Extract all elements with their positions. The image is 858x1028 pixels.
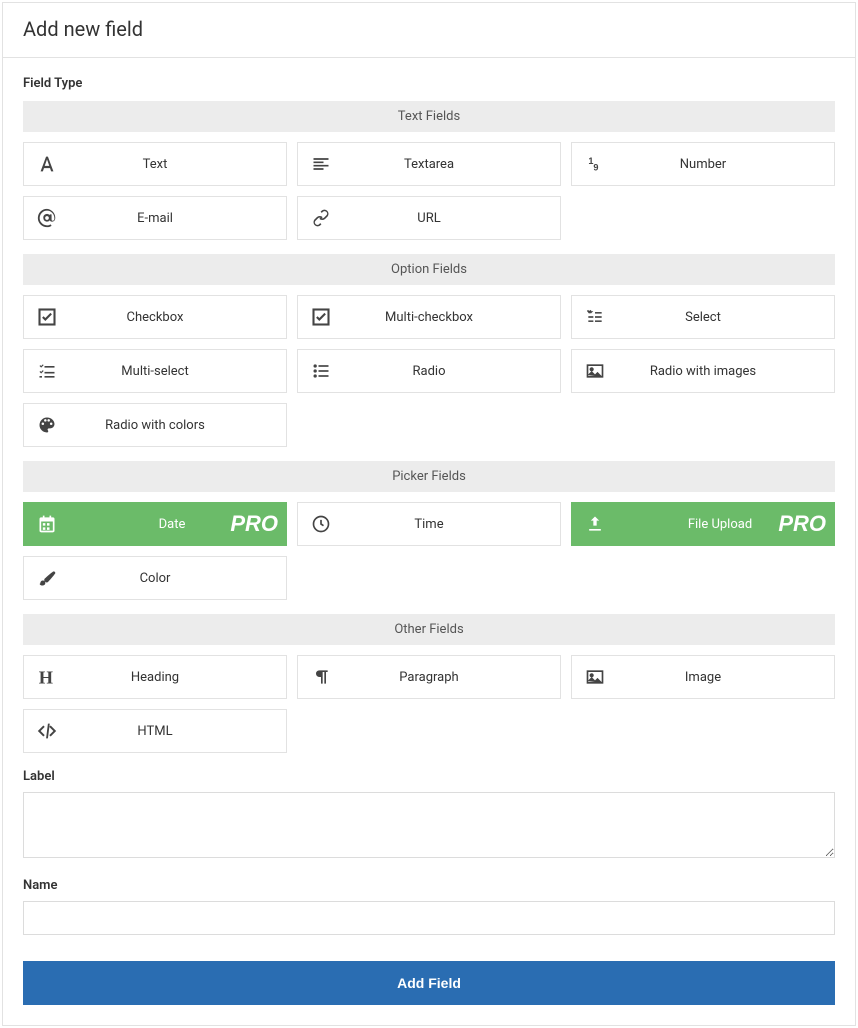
tile-label: HTML	[70, 724, 286, 739]
svg-text:H: H	[39, 667, 53, 687]
tile-label: Multi-checkbox	[344, 310, 560, 325]
link-icon	[298, 208, 344, 228]
tile-url[interactable]: URL	[297, 196, 561, 240]
tile-label: Radio	[344, 364, 560, 379]
tile-text[interactable]: Text	[23, 142, 287, 186]
palette-icon	[24, 415, 70, 435]
multiselect-icon	[24, 361, 70, 381]
tile-fileupload[interactable]: File Upload PRO	[571, 502, 835, 546]
font-icon	[24, 153, 70, 175]
pro-badge: PRO	[778, 511, 826, 537]
name-input[interactable]	[23, 901, 835, 935]
svg-text:9: 9	[593, 163, 598, 173]
tile-radio[interactable]: Radio	[297, 349, 561, 393]
tile-label: Time	[344, 517, 560, 532]
tile-label: Color	[70, 571, 286, 586]
tile-label: Textarea	[344, 157, 560, 172]
tile-textarea[interactable]: Textarea	[297, 142, 561, 186]
heading-icon: H	[24, 666, 70, 688]
tile-number[interactable]: 19 Number	[571, 142, 835, 186]
tile-label: Paragraph	[344, 670, 560, 685]
tile-checkbox[interactable]: Checkbox	[23, 295, 287, 339]
tile-label: Radio with images	[618, 364, 834, 379]
tile-date[interactable]: Date PRO	[23, 502, 287, 546]
group-other-fields: Other Fields	[23, 614, 835, 645]
add-field-button[interactable]: Add Field	[23, 961, 835, 1005]
tile-label: Heading	[70, 670, 286, 685]
tile-paragraph[interactable]: Paragraph	[297, 655, 561, 699]
name-field-label: Name	[23, 878, 835, 893]
list-icon	[298, 361, 344, 381]
tile-multicheckbox[interactable]: Multi-checkbox	[297, 295, 561, 339]
group-picker-fields: Picker Fields	[23, 461, 835, 492]
at-icon	[24, 207, 70, 229]
tile-label: Text	[70, 157, 286, 172]
tile-label: URL	[344, 211, 560, 226]
label-input[interactable]	[23, 792, 835, 858]
tile-label: Checkbox	[70, 310, 286, 325]
tile-label: E-mail	[70, 211, 286, 226]
label-field-label: Label	[23, 769, 835, 784]
tile-label: Radio with colors	[70, 418, 286, 433]
tile-html[interactable]: HTML	[23, 709, 287, 753]
tile-radiocolors[interactable]: Radio with colors	[23, 403, 287, 447]
tile-image[interactable]: Image	[571, 655, 835, 699]
panel-title: Add new field	[3, 3, 855, 58]
group-text-fields: Text Fields	[23, 101, 835, 132]
tile-heading[interactable]: H Heading	[23, 655, 287, 699]
brush-icon	[24, 568, 70, 588]
paragraph-icon	[298, 667, 344, 687]
align-left-icon	[298, 154, 344, 174]
tile-label: Select	[618, 310, 834, 325]
image-icon	[572, 667, 618, 687]
field-type-label: Field Type	[23, 76, 835, 91]
tile-radioimages[interactable]: Radio with images	[571, 349, 835, 393]
add-field-panel: Add new field Field Type Text Fields Tex…	[2, 2, 856, 1026]
tile-select[interactable]: Select	[571, 295, 835, 339]
tile-label: Multi-select	[70, 364, 286, 379]
group-option-fields: Option Fields	[23, 254, 835, 285]
pro-badge: PRO	[230, 511, 278, 537]
image-icon	[572, 361, 618, 381]
number-icon: 19	[572, 154, 618, 174]
code-icon	[24, 720, 70, 742]
tile-label: Image	[618, 670, 834, 685]
tile-email[interactable]: E-mail	[23, 196, 287, 240]
checkbox-icon	[24, 307, 70, 327]
select-icon	[572, 307, 618, 327]
tile-color[interactable]: Color	[23, 556, 287, 600]
tile-time[interactable]: Time	[297, 502, 561, 546]
panel-body: Field Type Text Fields Text Textarea 19	[3, 58, 855, 1025]
multi-checkbox-icon	[298, 307, 344, 327]
clock-icon	[298, 514, 344, 534]
tile-multiselect[interactable]: Multi-select	[23, 349, 287, 393]
tile-label: Number	[618, 157, 834, 172]
